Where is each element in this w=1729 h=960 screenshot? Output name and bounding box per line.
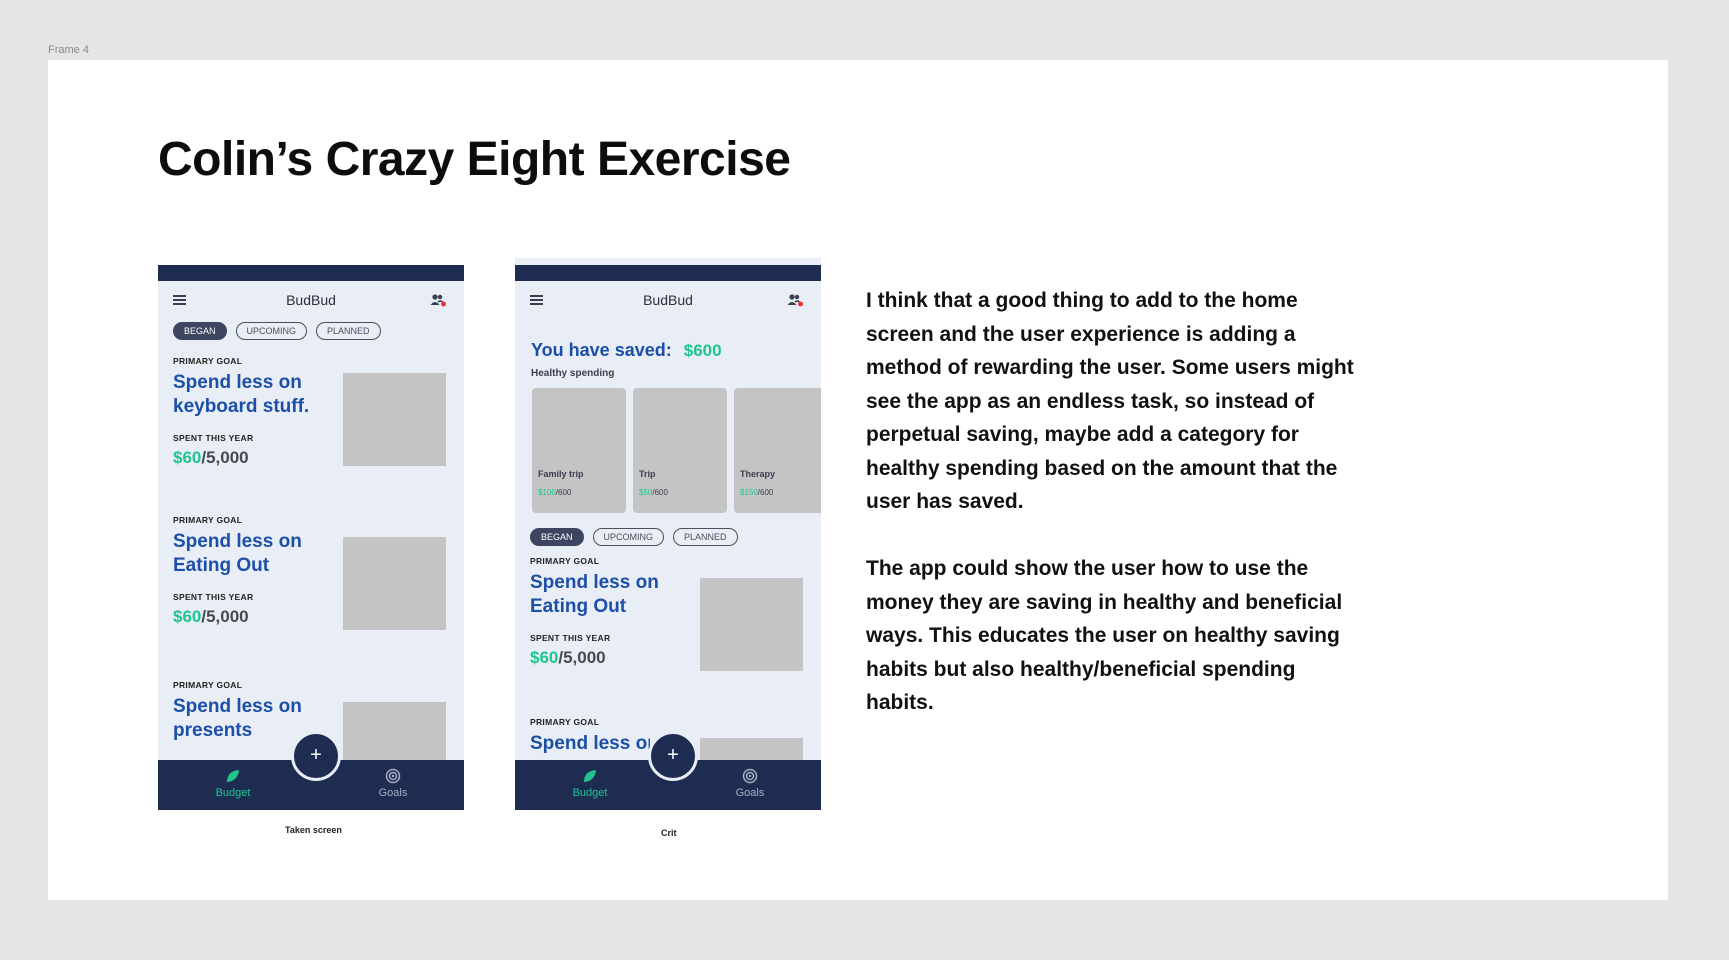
phone-mockup-taken-screen: BudBud BEGAN UPCOMING PLANNED PRIMARY GO… — [158, 265, 464, 810]
spent-label: SPENT THIS YEAR — [173, 433, 254, 443]
healthy-card[interactable]: Therapy $150/600 — [734, 388, 821, 513]
nav-budget[interactable]: Budget — [193, 768, 273, 799]
nav-goals-label: Goals — [735, 787, 765, 799]
caption-crit: Crit — [661, 828, 677, 838]
goal-label: PRIMARY GOAL — [173, 356, 243, 366]
goal-label: PRIMARY GOAL — [173, 515, 243, 525]
people-icon[interactable] — [787, 293, 803, 307]
spent-value: $60/5,000 — [173, 607, 249, 626]
people-icon[interactable] — [430, 293, 446, 307]
paragraph-rewarding: I think that a good thing to add to the … — [866, 289, 1354, 513]
app-bar: BudBud — [158, 281, 464, 317]
nav-goals[interactable]: Goals — [710, 768, 790, 799]
spent-value: $60/5,000 — [530, 648, 606, 667]
add-button[interactable]: + — [291, 731, 341, 781]
frame-label: Frame 4 — [48, 44, 89, 56]
goal-title[interactable]: Spend less on keyboard stuff. — [173, 371, 323, 419]
nav-budget[interactable]: Budget — [550, 768, 630, 799]
goal-image — [343, 537, 446, 630]
status-bar — [515, 265, 821, 281]
goal-label: PRIMARY GOAL — [530, 717, 600, 727]
target-icon — [742, 768, 758, 784]
nav-goals[interactable]: Goals — [353, 768, 433, 799]
goal-title[interactable]: Spend less on Eating Out — [530, 571, 680, 619]
app-bar: BudBud — [515, 281, 821, 317]
goal-title[interactable]: Spend less on — [530, 732, 650, 756]
nav-goals-label: Goals — [378, 787, 408, 799]
paragraph-educate: The app could show the user how to use t… — [866, 557, 1343, 714]
goal-label: PRIMARY GOAL — [530, 556, 600, 566]
goal-label: PRIMARY GOAL — [173, 680, 243, 690]
chip-began[interactable]: BEGAN — [173, 322, 227, 340]
phone-mockup-crit: BudBud You have saved: $600 Healthy spend… — [515, 258, 821, 810]
healthy-card[interactable]: Trip $50/600 — [633, 388, 727, 513]
saved-summary: You have saved: $600 — [531, 340, 722, 360]
spent-label: SPENT THIS YEAR — [530, 633, 611, 643]
filter-chips: BEGAN UPCOMING PLANNED — [173, 322, 381, 340]
chip-upcoming[interactable]: UPCOMING — [592, 528, 665, 546]
nav-budget-label: Budget — [572, 787, 608, 799]
target-icon — [385, 768, 401, 784]
goal-image — [700, 578, 803, 671]
leaf-icon — [584, 770, 596, 782]
healthy-spending-label: Healthy spending — [531, 368, 615, 379]
slide-title: Colin’s Crazy Eight Exercise — [158, 133, 791, 186]
app-title: BudBud — [643, 292, 693, 308]
leaf-icon — [227, 770, 239, 782]
spent-value: $60/5,000 — [173, 448, 249, 467]
goal-image — [343, 373, 446, 466]
chip-planned[interactable]: PLANNED — [673, 528, 738, 546]
goal-image — [343, 702, 446, 762]
slide-frame: Colin’s Crazy Eight Exercise BudBud BEGA… — [48, 60, 1668, 900]
chip-planned[interactable]: PLANNED — [316, 322, 381, 340]
add-button[interactable]: + — [648, 731, 698, 781]
chip-began[interactable]: BEGAN — [530, 528, 584, 546]
caption-taken-screen: Taken screen — [285, 825, 342, 835]
healthy-card[interactable]: Family trip $100/600 — [532, 388, 626, 513]
goal-title[interactable]: Spend less on Eating Out — [173, 530, 323, 578]
filter-chips: BEGAN UPCOMING PLANNED — [530, 528, 738, 546]
nav-budget-label: Budget — [215, 787, 251, 799]
chip-upcoming[interactable]: UPCOMING — [235, 322, 308, 340]
app-title: BudBud — [286, 292, 336, 308]
spent-label: SPENT THIS YEAR — [173, 592, 254, 602]
status-bar — [158, 265, 464, 281]
